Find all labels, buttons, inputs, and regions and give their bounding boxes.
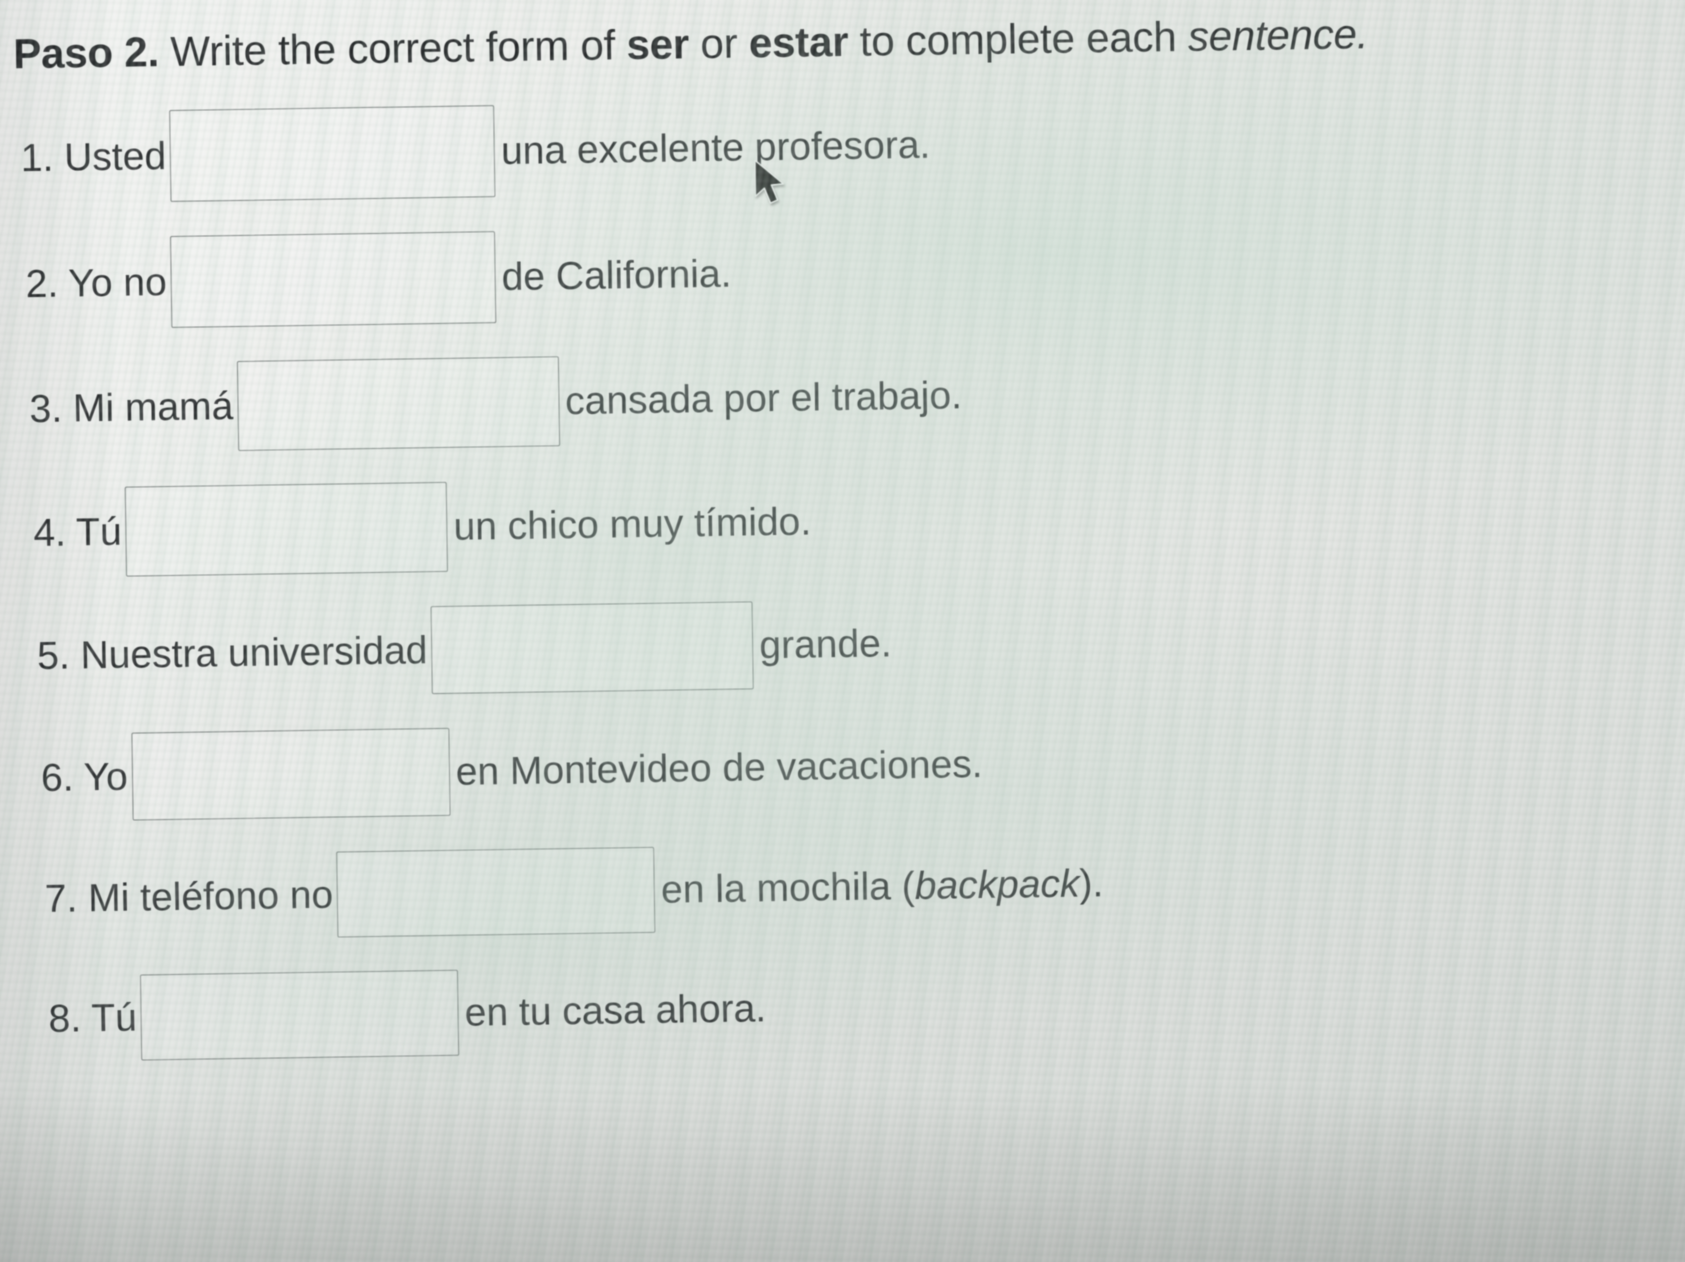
exercise-document: Paso 2. Write the correct form of ser or…	[13, 7, 1588, 1062]
item-1-tail-text: una excelente profesora.	[500, 123, 931, 173]
answer-blank-6[interactable]	[131, 728, 451, 821]
item-7-tail-pre: en la mochila (	[660, 864, 916, 912]
item-5-tail-text: grande.	[759, 622, 892, 668]
exercise-item-7: 7. Mi teléfono no en la mochila (backpac…	[44, 833, 1586, 942]
item-6-tail-text: en Montevideo de vacaciones.	[455, 742, 983, 794]
exercise-item-3: 3. Mi mamá cansada por el trabajo.	[29, 341, 1579, 454]
heading-paso-label: Paso 2.	[12, 28, 160, 78]
item-7-lead-text: 7. Mi teléfono no	[44, 873, 334, 921]
item-3-tail-text: cansada por el trabajo.	[564, 374, 963, 423]
exercise-item-8: 8. Tú en tu casa ahora.	[48, 953, 1588, 1062]
item-6-lead-text: 6. Yo	[40, 755, 129, 800]
page-title: Paso 2. Write the correct form of ser or…	[13, 7, 1574, 78]
heading-italic-tail: sentence.	[1187, 10, 1369, 60]
answer-blank-2[interactable]	[170, 231, 497, 329]
exercise-item-6: 6. Yo en Montevideo de vacaciones.	[40, 711, 1584, 822]
item-4-lead-text: 4. Tú	[33, 510, 122, 555]
heading-bold-ser: ser	[626, 20, 690, 69]
answer-blank-3[interactable]	[236, 356, 560, 452]
answer-blank-1[interactable]	[169, 105, 496, 203]
exercise-item-2: 2. Yo no de California.	[25, 215, 1577, 330]
item-8-lead-text: 8. Tú	[48, 996, 138, 1041]
item-3-lead-text: 3. Mi mamá	[29, 384, 234, 431]
answer-blank-8[interactable]	[140, 970, 460, 1061]
item-4-tail-text: un chico muy tímido.	[453, 500, 812, 549]
item-5-lead-text: 5. Nuestra universidad	[36, 628, 428, 678]
item-7-tail-text: en la mochila (backpack).	[655, 861, 1104, 912]
answer-blank-4[interactable]	[124, 482, 449, 577]
item-2-tail-text: de California.	[501, 252, 732, 299]
item-1-lead-text: 1. Usted	[20, 134, 167, 180]
item-7-tail-post: ).	[1079, 861, 1104, 906]
photographed-screen: Paso 2. Write the correct form of ser or…	[0, 0, 1685, 1262]
answer-blank-7[interactable]	[336, 847, 656, 938]
heading-part-3: to complete each	[847, 12, 1189, 65]
exercise-item-4: 4. Tú un chico muy tímido.	[33, 465, 1581, 578]
heading-part-1: Write the correct form of	[158, 21, 627, 76]
item-7-gloss-backpack: backpack	[914, 862, 1080, 908]
exercise-item-5: 5. Nuestra universidad grande.	[37, 589, 1583, 700]
answer-blank-5[interactable]	[430, 601, 755, 695]
heading-part-2: or	[688, 19, 750, 68]
exercise-item-1: 1. Usted una excelente profesora.	[20, 89, 1575, 204]
heading-bold-estar: estar	[748, 17, 849, 67]
screen-surface: Paso 2. Write the correct form of ser or…	[0, 0, 1685, 1262]
item-2-lead-text: 2. Yo no	[25, 260, 168, 306]
item-8-tail-text: en tu casa ahora.	[464, 987, 767, 1035]
